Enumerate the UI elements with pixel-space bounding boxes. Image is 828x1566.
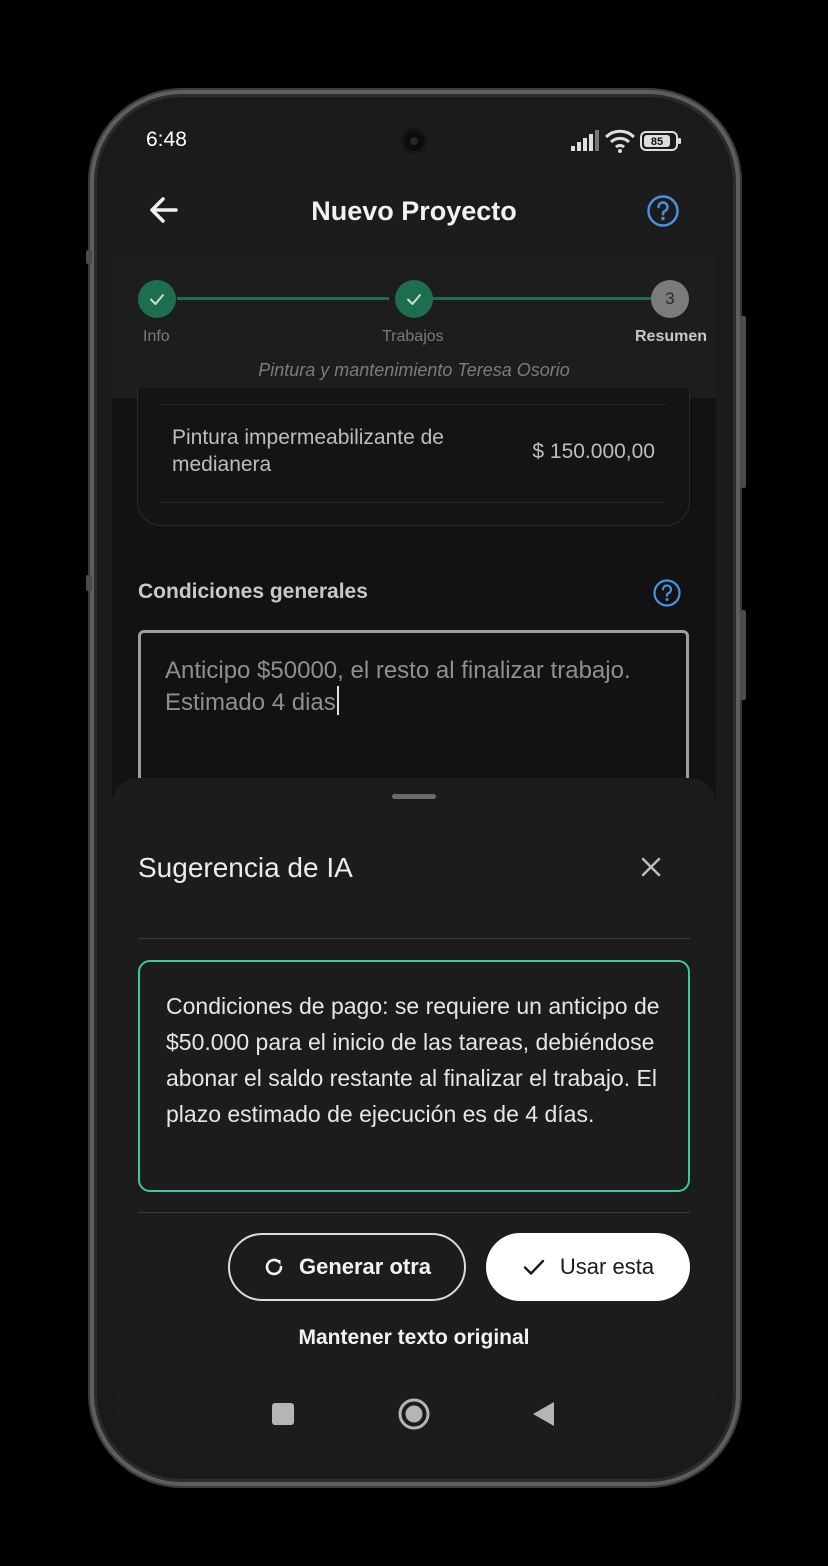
conditions-text: Anticipo $50000, el resto al finalizar t… — [165, 657, 631, 716]
job-item-name: Pintura impermeabilizante de medianera — [172, 426, 444, 476]
status-bar: 6:48 85 — [112, 110, 716, 174]
step-resumen-current[interactable]: 3 — [651, 280, 689, 318]
use-suggestion-button[interactable]: Usar esta — [486, 1233, 690, 1301]
signal-icon — [571, 130, 599, 151]
step-label-info: Info — [143, 328, 170, 345]
power-button — [740, 316, 746, 488]
check-icon — [407, 294, 421, 305]
front-camera — [401, 128, 427, 154]
home-icon[interactable] — [397, 1397, 431, 1431]
form-content: Pintura impermeabilizante de medianera $… — [112, 388, 716, 830]
app-header: Nuevo Proyecto — [112, 174, 716, 256]
step-connector — [432, 297, 654, 300]
keep-original-link[interactable]: Mantener texto original — [112, 1326, 716, 1350]
check-icon — [150, 294, 164, 305]
use-label: Usar esta — [559, 1254, 655, 1279]
recent-apps-icon[interactable] — [272, 1403, 294, 1425]
step-label-trabajos: Trabajos — [382, 328, 444, 345]
nav-back-icon[interactable] — [530, 1400, 556, 1428]
job-item-price: $ 150.000,00 — [532, 440, 655, 463]
refresh-icon — [265, 1258, 283, 1276]
wifi-icon — [604, 129, 636, 153]
text-caret — [336, 686, 339, 715]
battery-icon: 85 — [640, 131, 681, 151]
progress-stepper: 3 Info Trabajos Resumen Pintura y manten… — [112, 256, 716, 398]
sheet-title: Sugerencia de IA — [138, 852, 353, 883]
divider — [138, 938, 690, 939]
page-title: Nuevo Proyecto — [311, 196, 517, 226]
step-label-resumen: Resumen — [635, 328, 708, 345]
suggestion-text-box: Condiciones de pago: se requiere un anti… — [138, 960, 690, 1192]
side-detail — [86, 250, 92, 264]
project-subtitle: Pintura y mantenimiento Teresa Osorio — [258, 360, 570, 380]
step-trabajos-done[interactable] — [395, 280, 433, 318]
side-detail — [86, 575, 92, 591]
check-icon — [523, 1259, 545, 1275]
regenerate-button[interactable]: Generar otra — [228, 1233, 466, 1301]
conditions-label: Condiciones generales — [138, 580, 368, 603]
battery-level: 85 — [651, 136, 663, 148]
help-icon[interactable] — [652, 578, 682, 608]
ai-suggestion-sheet: Sugerencia de IA Condiciones de pago: se… — [112, 778, 716, 1454]
system-nav-bar — [112, 1380, 716, 1454]
drag-handle[interactable] — [392, 794, 436, 799]
help-icon[interactable] — [646, 194, 680, 228]
divider — [138, 1212, 690, 1213]
divider — [160, 502, 667, 503]
screen: 6:48 85 Nuevo Proyecto 3 Info Trabajos R… — [112, 110, 716, 1454]
close-icon[interactable] — [638, 854, 664, 880]
volume-button — [740, 610, 746, 700]
divider — [160, 404, 667, 405]
step-connector — [177, 297, 389, 300]
regenerate-label: Generar otra — [298, 1254, 432, 1279]
step-info-done[interactable] — [138, 280, 176, 318]
job-item-card: Pintura impermeabilizante de medianera $… — [137, 388, 690, 526]
status-time: 6:48 — [146, 128, 187, 151]
